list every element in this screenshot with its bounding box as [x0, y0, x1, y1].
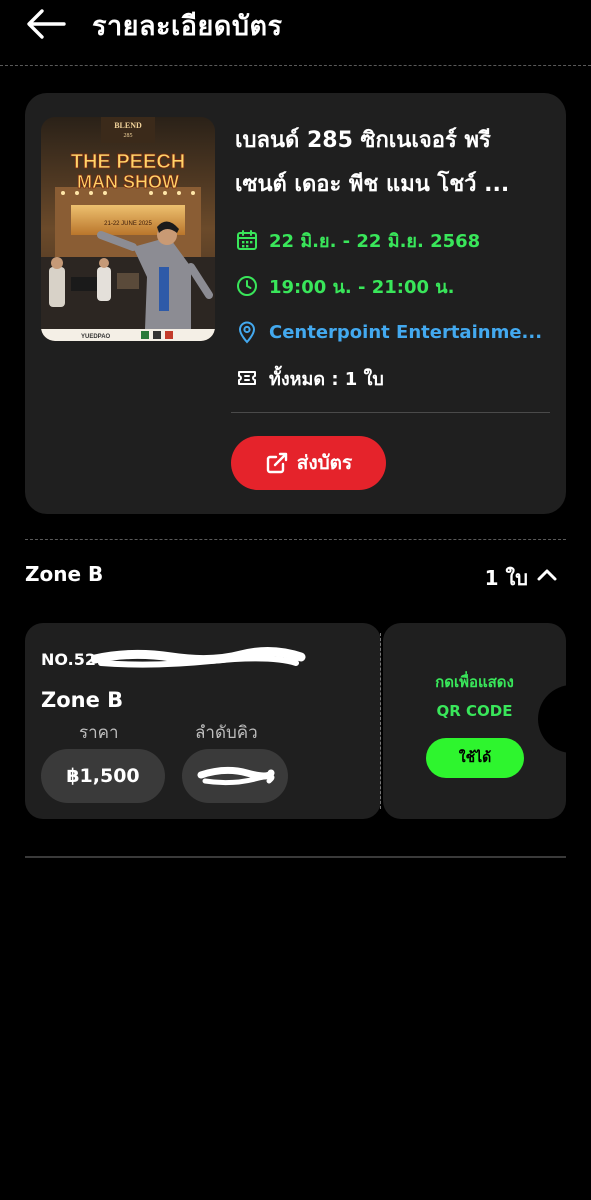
arrow-left-icon: [27, 9, 66, 39]
poster-title-2: MAN SHOW: [77, 172, 179, 192]
event-time: 19:00 น. - 21:00 น.: [269, 276, 455, 298]
location-pin-icon: [238, 321, 256, 344]
event-date-row: 22 มิ.ย. - 22 มิ.ย. 2568: [235, 226, 480, 254]
ticket-qr-stub[interactable]: กดเพื่อแสดง QR CODE ใช้ได้: [383, 623, 566, 819]
poster-brand: BLEND: [114, 121, 142, 130]
poster-image: BLEND 285 THE PEECH MAN SHOW 21-22 JUNE …: [41, 117, 215, 341]
event-card: BLEND 285 THE PEECH MAN SHOW 21-22 JUNE …: [25, 93, 566, 514]
event-title[interactable]: เบลนด์ 285 ซิกเนเจอร์ พรี เซนต์ เดอะ พีช…: [235, 119, 550, 207]
queue-value: [182, 749, 288, 803]
price-label: ราคา: [79, 723, 119, 743]
ticket-number: NO.52: [41, 650, 96, 669]
external-link-icon: [266, 452, 287, 474]
ticket-status-button[interactable]: ใช้ได้: [426, 738, 524, 778]
event-time-row: 19:00 น. - 21:00 น.: [235, 272, 454, 300]
send-ticket-label: ส่งบัตร: [296, 452, 353, 474]
header: รายละเอียดบัตร: [0, 0, 591, 62]
ticket-quantity: ทั้งหมด : 1 ใบ: [269, 368, 384, 390]
ticket-card[interactable]: NO.52 Zone B ราคา ลำดับคิว ฿1,500: [25, 623, 381, 819]
poster-brand-sub: 285: [124, 133, 133, 139]
show-qr-hint: กดเพื่อแสดง: [435, 673, 514, 691]
zone-section-header[interactable]: Zone B 1 ใบ: [25, 560, 566, 592]
page-title: รายละเอียดบัตร: [92, 11, 283, 42]
chevron-up-icon[interactable]: [536, 564, 558, 586]
send-ticket-button[interactable]: ส่งบัตร: [231, 436, 386, 490]
redaction-scribble: [91, 647, 306, 668]
calendar-icon: [237, 230, 257, 250]
event-poster[interactable]: BLEND 285 THE PEECH MAN SHOW 21-22 JUNE …: [41, 117, 215, 341]
header-divider: [0, 65, 591, 66]
ticket-icon: [238, 371, 256, 385]
zone-name: Zone B: [25, 562, 104, 586]
redaction-scribble: [197, 766, 275, 786]
event-title-line-1: เบลนด์ 285 ซิกเนเจอร์ พรี: [235, 128, 491, 153]
poster-title-1: THE PEECH: [71, 151, 185, 173]
price-value: ฿1,500: [41, 749, 165, 803]
card-divider: [231, 412, 550, 413]
event-venue: Centerpoint Entertainme...: [269, 321, 543, 343]
section-divider: [25, 539, 566, 540]
poster-sponsor: YUEDPAO: [81, 334, 111, 340]
poster-marquee: 21-22 JUNE 2025: [104, 221, 152, 227]
event-title-line-2: เซนต์ เดอะ พีช แมน โชว์ ...: [235, 172, 510, 197]
ticket-perforation: [380, 633, 381, 809]
bottom-divider: [25, 856, 566, 858]
back-button[interactable]: [26, 8, 66, 40]
ticket-notch: [538, 685, 566, 753]
zone-ticket-count: 1 ใบ: [484, 566, 528, 590]
queue-label: ลำดับคิว: [195, 723, 258, 743]
ticket-quantity-row: ทั้งหมด : 1 ใบ: [235, 364, 384, 392]
event-date: 22 มิ.ย. - 22 มิ.ย. 2568: [269, 230, 481, 252]
ticket-zone: Zone B: [41, 688, 124, 712]
clock-icon: [237, 276, 257, 296]
event-venue-row[interactable]: Centerpoint Entertainme...: [235, 318, 550, 346]
